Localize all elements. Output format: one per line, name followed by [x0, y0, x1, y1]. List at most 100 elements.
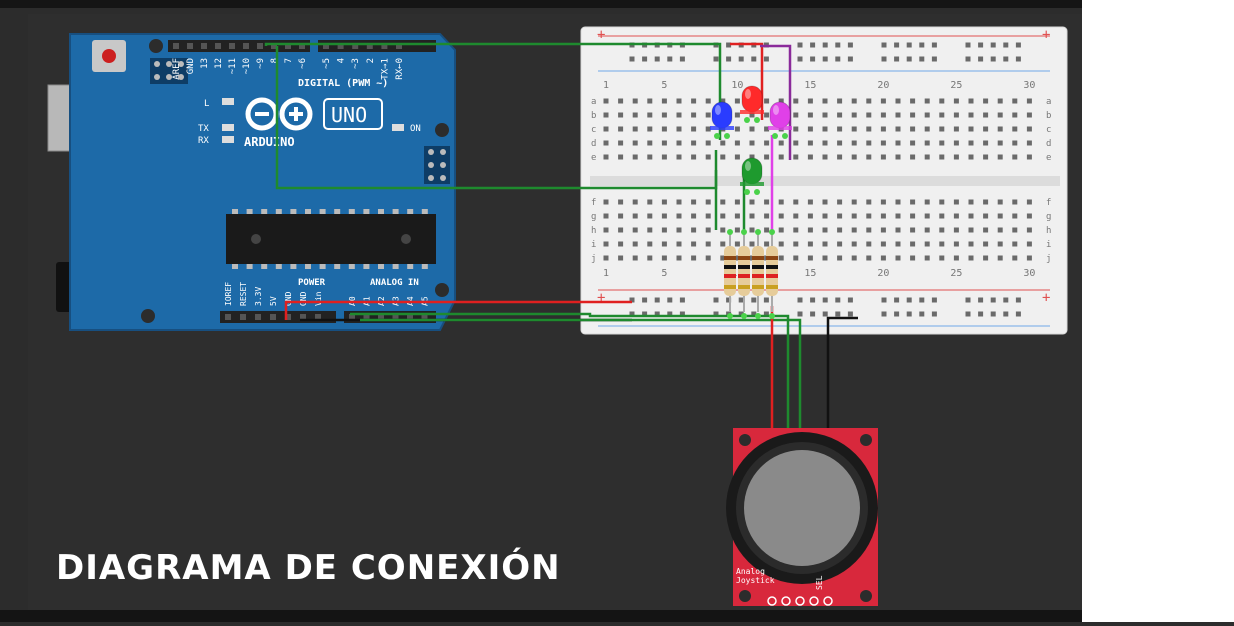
breadboard-column-number: 30: [1023, 80, 1035, 91]
breadboard-hole: [968, 213, 974, 219]
led-red-body: [741, 85, 763, 113]
breadboard-hole: [793, 112, 799, 118]
led-magenta-leg: [772, 133, 778, 139]
rail-hole: [667, 297, 673, 303]
joystick-label-line2: Joystick: [736, 576, 775, 585]
breadboard-hole: [603, 255, 609, 261]
breadboard-hole: [924, 255, 930, 261]
breadboard-hole: [983, 227, 989, 233]
chip-leg: [232, 209, 238, 214]
rail-hole: [726, 56, 732, 62]
rail-hole: [1003, 56, 1009, 62]
breadboard-hole: [603, 227, 609, 233]
resistor-band: [738, 285, 750, 289]
breadboard-hole: [618, 241, 624, 247]
breadboard-hole: [1026, 98, 1032, 104]
digital-pin-label: 13: [200, 58, 210, 69]
breadboard-hole: [939, 154, 945, 160]
breadboard-hole: [749, 199, 755, 205]
breadboard-hole: [983, 126, 989, 132]
breadboard-hole: [1026, 154, 1032, 160]
breadboard: + + + + 115510101515202025253030 a ab bc cd…: [580, 26, 1068, 335]
breadboard-hole: [895, 126, 901, 132]
breadboard-hole: [734, 227, 740, 233]
breadboard-hole: [793, 255, 799, 261]
joystick-pin-gnd: [767, 596, 777, 606]
breadboard-hole: [1026, 140, 1032, 146]
led-tx-label: TX: [198, 124, 209, 134]
resistor-leg-dot: [741, 229, 747, 235]
breadboard-hole: [851, 227, 857, 233]
led-on: [392, 124, 404, 131]
rail-hole: [654, 297, 660, 303]
resistor-band: [766, 285, 778, 289]
breadboard-hole: [691, 255, 697, 261]
digital-pin-label: AREF: [172, 58, 182, 80]
led-on-label: ON: [410, 124, 421, 134]
led-red-leg: [754, 117, 760, 123]
diagram-canvas: AREF GND 13 12 ~11 ~10 ~9 8 7 ~6 ~5 4 ~3 2 TX→1 RX←0 DI…: [0, 0, 1234, 622]
breadboard-hole: [822, 154, 828, 160]
breadboard-hole: [734, 154, 740, 160]
breadboard-hole: [807, 213, 813, 219]
led-rx-label: RX: [198, 136, 209, 146]
rail-hole: [906, 311, 912, 317]
breadboard-hole: [647, 126, 653, 132]
breadboard-hole: [632, 227, 638, 233]
uno-label: UNO: [331, 103, 367, 127]
breadboard-hole: [983, 98, 989, 104]
rail-hole: [822, 56, 828, 62]
breadboard-hole: [880, 241, 886, 247]
resistor-band: [738, 256, 750, 260]
breadboard-hole: [807, 98, 813, 104]
chip-leg: [305, 264, 311, 269]
mount-hole: [141, 309, 155, 323]
chip-leg: [348, 209, 355, 214]
chip-leg: [246, 209, 253, 214]
breadboard-hole: [778, 199, 784, 205]
breadboard-column-number: 20: [877, 268, 889, 279]
digital-header-right: [318, 40, 436, 52]
breadboard-hole: [749, 213, 755, 219]
breadboard-hole: [734, 140, 740, 146]
breadboard-row-letter: b: [591, 111, 596, 121]
resistor-band: [752, 256, 764, 260]
icsp2-header: [424, 146, 450, 184]
resistor-band: [738, 265, 750, 269]
rail-hole: [835, 42, 841, 48]
breadboard-hole: [983, 213, 989, 219]
chip-leg: [232, 264, 238, 269]
breadboard-hole: [705, 255, 711, 261]
breadboard-hole: [676, 227, 682, 233]
rail-hole: [1003, 42, 1009, 48]
rail-hole: [797, 56, 803, 62]
rail-hole: [679, 56, 685, 62]
breadboard-hole: [968, 126, 974, 132]
breadboard-hole: [647, 140, 653, 146]
breadboard-hole: [691, 112, 697, 118]
rail-hole: [847, 42, 853, 48]
rail-hole: [965, 297, 971, 303]
led-blue-body: [711, 101, 733, 129]
rail-hole: [822, 311, 828, 317]
chip-leg: [305, 209, 311, 214]
breadboard-hole: [997, 227, 1003, 233]
breadboard-hole: [705, 154, 711, 160]
chip-leg: [275, 209, 282, 214]
breadboard-column-number: 25: [950, 268, 962, 279]
breadboard-hole: [866, 98, 872, 104]
breadboard-row-letter: d: [591, 139, 596, 149]
rail-hole: [822, 297, 828, 303]
led-red-leg: [744, 117, 750, 123]
breadboard-hole: [691, 98, 697, 104]
breadboard-hole: [953, 199, 959, 205]
joystick-pin-vrx: [795, 596, 805, 606]
breadboard-hole: [691, 213, 697, 219]
rail-plus-tl: +: [597, 27, 605, 43]
breadboard-hole: [953, 227, 959, 233]
breadboard-hole: [720, 140, 726, 146]
breadboard-hole: [866, 126, 872, 132]
rail-hole: [847, 56, 853, 62]
digital-pin-hole: [187, 43, 193, 49]
rail-hole: [931, 42, 937, 48]
